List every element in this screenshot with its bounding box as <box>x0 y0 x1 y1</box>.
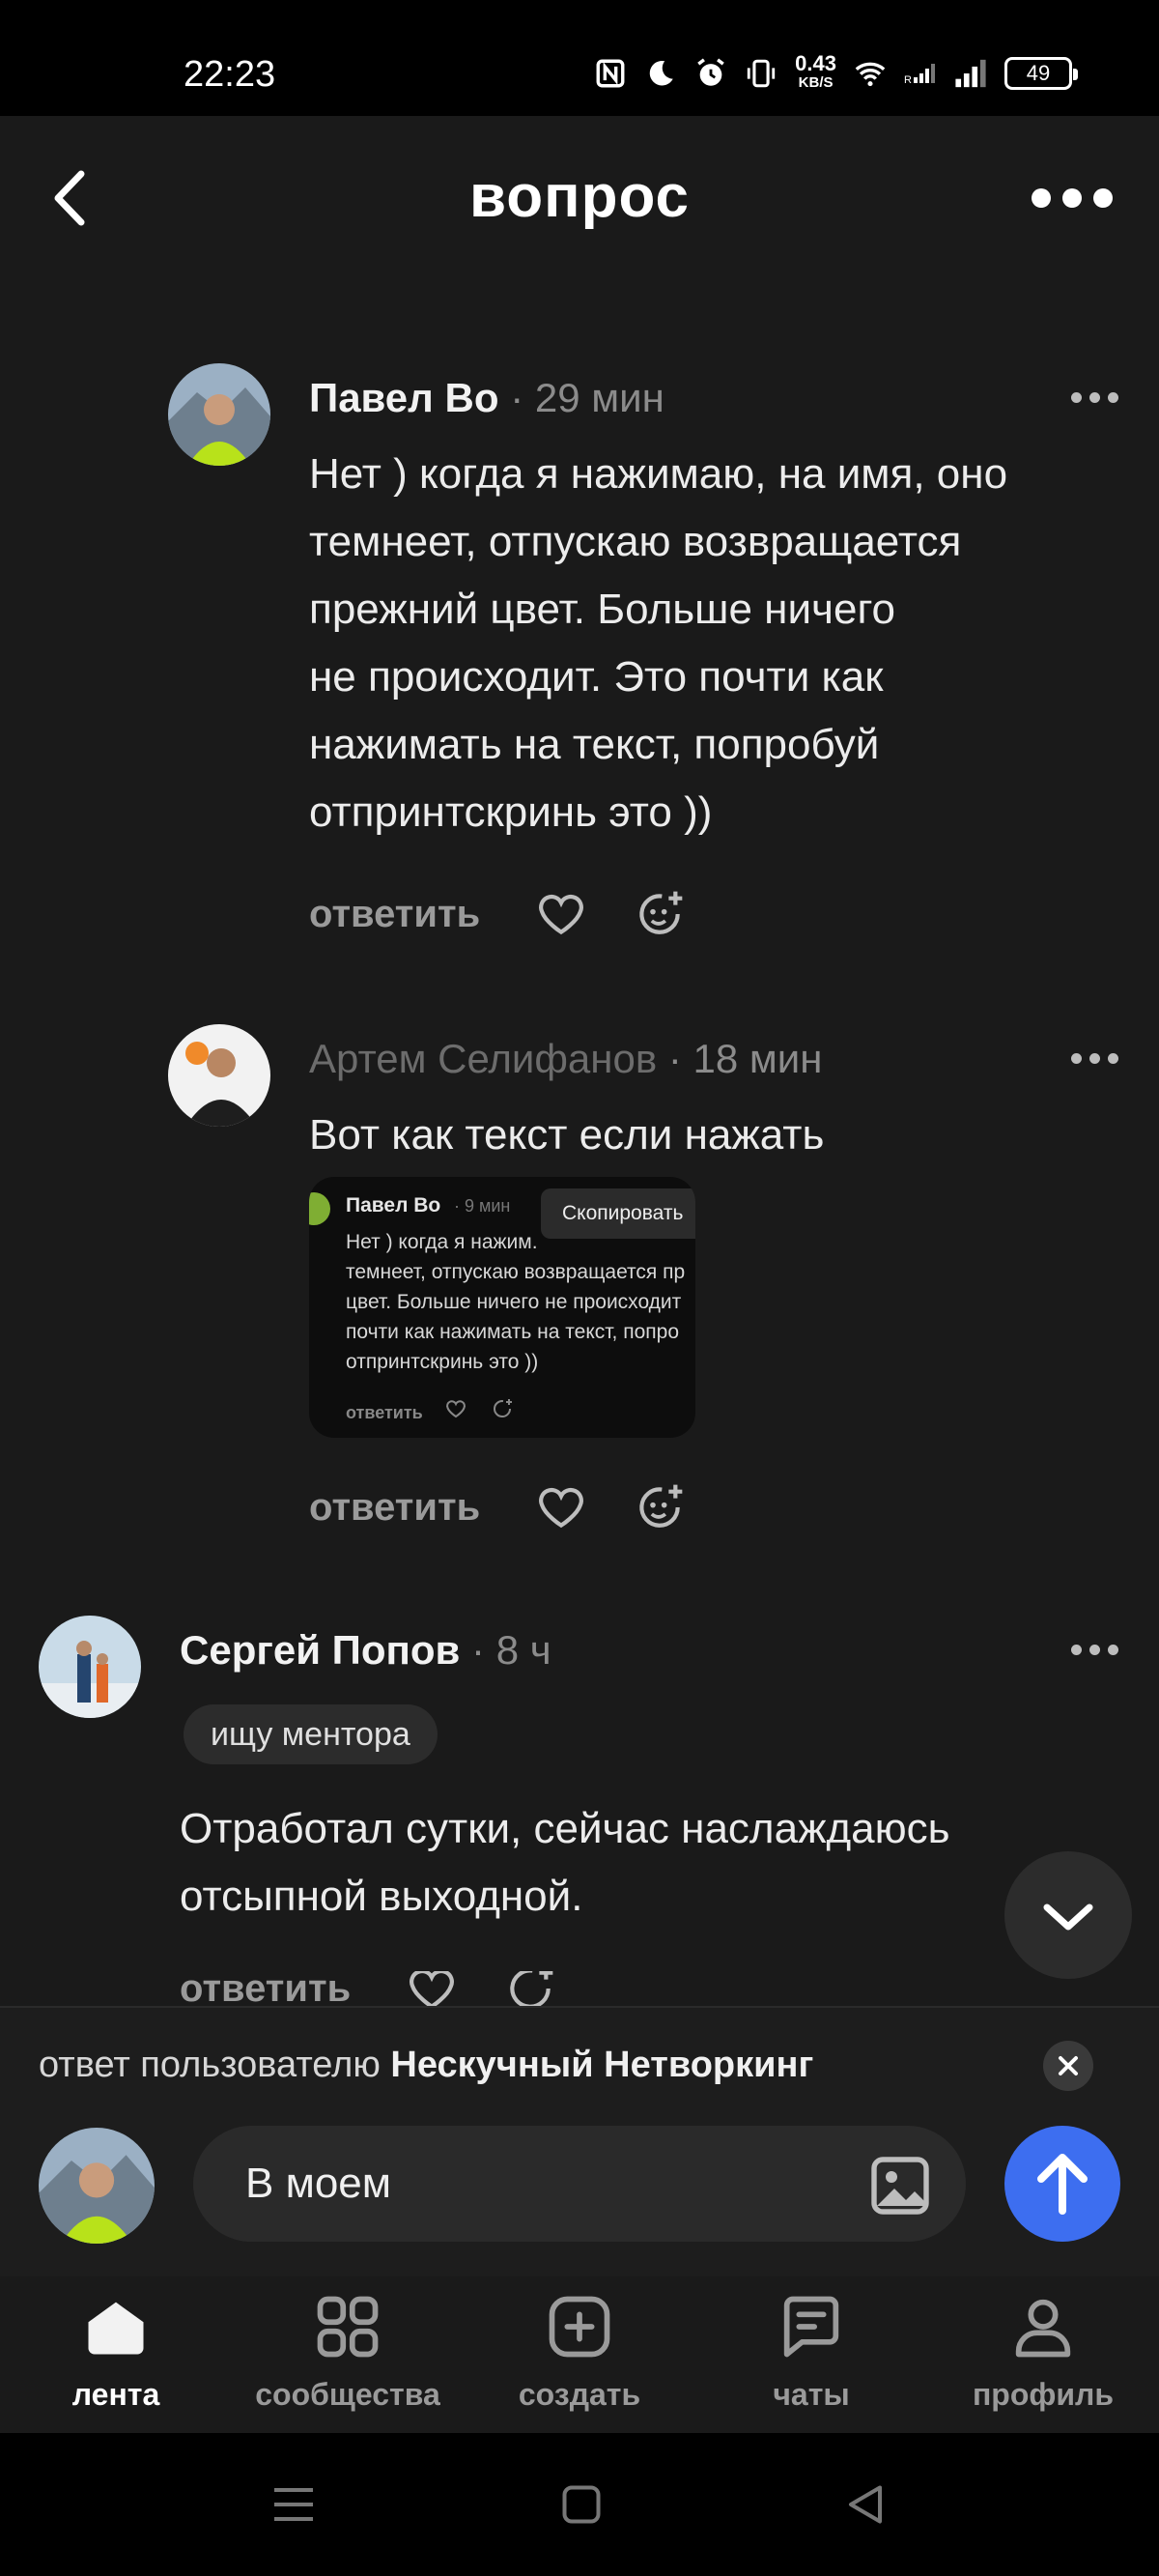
app-header: вопрос <box>0 116 1159 280</box>
alarm-icon <box>697 58 724 86</box>
vibrate-icon <box>748 59 776 88</box>
comment-time: · 8 ч <box>471 1627 551 1673</box>
page-title: вопрос <box>468 163 691 230</box>
wifi-icon <box>855 62 886 87</box>
plus-square-icon <box>549 2296 610 2358</box>
home-icon <box>88 2302 144 2355</box>
comment-time: · 18 мин <box>667 1036 823 1081</box>
tab-chats[interactable]: чаты <box>695 2276 927 2433</box>
author-name[interactable]: Павел Во <box>309 375 499 420</box>
message-input-box <box>193 2126 966 2242</box>
reply-target: ответ пользователю Нескучный Нетворкинг <box>39 2045 814 2085</box>
system-nav-bar <box>0 2433 1159 2576</box>
signal-r-icon: R <box>904 64 935 86</box>
menu-icon[interactable] <box>265 2476 323 2533</box>
tab-feed[interactable]: лента <box>0 2276 232 2433</box>
comment-actions: ответить <box>309 1480 731 1534</box>
comment-text[interactable]: Отработал сутки, сейчас наслаждаюсь отсы… <box>180 1795 1107 1931</box>
grid-icon <box>317 2296 379 2358</box>
add-reaction-icon[interactable] <box>503 1971 557 2006</box>
avatar[interactable] <box>168 363 270 466</box>
reply-composer: ответ пользователю Нескучный Нетворкинг <box>0 2006 1159 2276</box>
status-bar: 22:23 0.43 KB/S R 49 <box>0 0 1159 116</box>
close-icon <box>1059 2056 1078 2075</box>
more-options-button[interactable] <box>1024 174 1120 222</box>
person-icon <box>1015 2299 1071 2358</box>
add-reaction-icon[interactable] <box>633 887 687 941</box>
heart-icon[interactable] <box>405 1971 459 2006</box>
comment-text[interactable]: Вот как текст если нажать <box>309 1102 1140 1169</box>
comment-more-button[interactable] <box>1060 1044 1128 1073</box>
add-reaction-icon[interactable] <box>633 1480 687 1534</box>
embed-text: Нет ) когда я нажим. темнеет, отпускаю в… <box>346 1231 686 1373</box>
comment-text[interactable]: Нет ) когда я нажимаю, на имя, оно темне… <box>309 441 1140 846</box>
embed-icons <box>444 1397 514 1420</box>
tab-create[interactable]: создать <box>464 2276 695 2433</box>
comment-actions: ответить <box>180 1971 602 2006</box>
reply-button[interactable]: ответить <box>309 1486 480 1530</box>
attach-image-icon[interactable] <box>865 2151 935 2220</box>
status-icons: 0.43 KB/S R 49 <box>594 51 1078 93</box>
comment-more-button[interactable] <box>1060 383 1128 412</box>
message-input[interactable] <box>245 2126 844 2242</box>
avatar[interactable] <box>168 1024 270 1127</box>
moon-icon <box>649 60 673 86</box>
close-reply-button[interactable] <box>1043 2041 1093 2091</box>
svg-text:R: R <box>904 74 912 86</box>
send-button[interactable] <box>1004 2126 1120 2242</box>
tab-profile[interactable]: профиль <box>927 2276 1159 2433</box>
network-speed: 0.43 KB/S <box>795 51 836 92</box>
comment-header: Артем Селифанов · 18 мин <box>309 1036 822 1082</box>
status-tag: ищу ментора <box>184 1704 438 1764</box>
embed-reply-label: ответить <box>346 1403 423 1422</box>
copy-tooltip: Скопировать <box>541 1188 695 1239</box>
embed-time: · 9 мин <box>454 1196 511 1216</box>
reply-button[interactable]: ответить <box>309 893 480 936</box>
comment-more-button[interactable] <box>1060 1635 1128 1664</box>
add-reaction-icon <box>494 1399 512 1417</box>
chevron-down-icon <box>1043 1903 1093 1931</box>
comment-header: Павел Во · 29 мин <box>309 375 664 421</box>
reply-button[interactable]: ответить <box>180 1971 351 2006</box>
status-time: 22:23 <box>184 54 276 95</box>
chat-icon <box>783 2296 839 2358</box>
heart-icon <box>446 1400 466 1418</box>
embed-avatar <box>309 1192 330 1225</box>
author-name[interactable]: Артем Селифанов <box>309 1036 657 1081</box>
my-avatar <box>39 2128 155 2244</box>
bottom-tab-bar: лента сообщества создать чаты профиль <box>0 2276 1159 2433</box>
heart-icon[interactable] <box>534 887 588 941</box>
nfc-icon <box>596 59 625 88</box>
signal-icon <box>955 59 986 88</box>
reply-recipient: Нескучный Нетворкинг <box>390 2045 814 2085</box>
embed-author: Павел Во <box>346 1194 441 1216</box>
author-name[interactable]: Сергей Попов <box>180 1627 460 1673</box>
back-triangle-icon[interactable] <box>836 2476 894 2533</box>
avatar[interactable] <box>39 1616 141 1718</box>
home-square-icon[interactable] <box>552 2476 610 2533</box>
comment-time: · 29 мин <box>510 375 664 420</box>
tab-communities[interactable]: сообщества <box>232 2276 464 2433</box>
embedded-screenshot[interactable]: Павел Во · 9 мин Нет ) когда я нажим. те… <box>309 1177 695 1438</box>
heart-icon[interactable] <box>534 1480 588 1534</box>
comment-actions: ответить <box>309 887 731 941</box>
arrow-up-icon <box>1037 2154 1088 2215</box>
scroll-down-button[interactable] <box>1004 1851 1132 1979</box>
battery-indicator: 49 <box>1004 57 1078 90</box>
comment-header: Сергей Попов · 8 ч <box>180 1627 551 1674</box>
